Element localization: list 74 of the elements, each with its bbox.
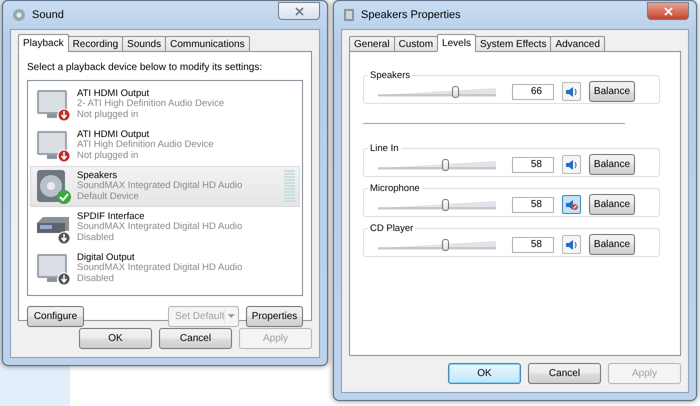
dialog-button[interactable]: Cancel [528, 363, 601, 384]
balance-button[interactable]: Balance [589, 234, 635, 255]
mute-button[interactable] [562, 155, 581, 174]
volume-field[interactable]: 58 [512, 196, 554, 212]
tab[interactable]: Levels [437, 34, 476, 52]
configure-button[interactable]: Configure [27, 306, 84, 327]
device-item[interactable]: Digital Output SoundMAX Integrated Digital HD Audio Disabled [30, 248, 300, 289]
tab[interactable]: Recording [68, 36, 124, 52]
volume-slider[interactable] [378, 238, 496, 252]
device-name: Digital Output [77, 252, 136, 263]
device-name: ATI HDMI Output [77, 88, 150, 99]
tab[interactable]: Custom [394, 36, 438, 52]
device-item[interactable]: Speakers SoundMAX Integrated Digital HD Audio Default Device [30, 166, 300, 207]
close-icon [664, 6, 672, 16]
channel-label: Line In [369, 143, 400, 154]
device-icon [343, 8, 355, 22]
volume-slider[interactable] [378, 158, 496, 172]
dialog-button[interactable]: Cancel [159, 328, 232, 349]
speaker-icon [35, 168, 71, 205]
device-name: Speakers [77, 170, 118, 181]
channel-label: Microphone [369, 183, 421, 194]
balance-button[interactable]: Balance [589, 81, 635, 102]
balance-button[interactable]: Balance [589, 194, 635, 215]
speaker-icon [12, 8, 26, 22]
slider-thumb[interactable] [442, 158, 450, 170]
tab[interactable]: Sounds [122, 36, 166, 52]
volume-field[interactable]: 58 [512, 236, 554, 252]
tab[interactable]: Advanced [550, 36, 605, 52]
instruction-text: Select a playback device below to modify its settings: [27, 62, 264, 73]
volume-field[interactable]: 58 [512, 156, 554, 172]
device-description: SoundMAX Integrated Digital HD Audio [77, 222, 244, 233]
device-state: Not plugged in [77, 150, 140, 162]
close-icon [294, 6, 304, 16]
close-button[interactable] [647, 2, 689, 20]
device-state: Default Device [77, 192, 140, 202]
volume-slider[interactable] [378, 198, 496, 212]
device-description: SoundMAX Integrated Digital HD Audio [77, 263, 244, 274]
dialog-button[interactable]: OK [79, 328, 152, 349]
mute-button[interactable] [562, 82, 581, 101]
device-item[interactable]: SPDIF Interface SoundMAX Integrated Digital HD Audio Disabled [30, 207, 300, 248]
device-description: 2- ATI High Definition Audio Device [77, 99, 226, 110]
device-description: ATI High Definition Audio Device [77, 140, 215, 151]
device-state: Disabled [77, 274, 115, 284]
tab[interactable]: Communications [165, 36, 250, 52]
slider-thumb[interactable] [452, 86, 459, 98]
properties-button[interactable]: Properties [246, 306, 303, 327]
speaker-icon [565, 158, 578, 170]
channel-label: CD Player [369, 223, 414, 234]
close-button[interactable] [278, 2, 320, 20]
mute-button[interactable] [562, 195, 581, 214]
device-name: ATI HDMI Output [77, 130, 150, 140]
tab[interactable]: General [349, 36, 395, 52]
dialog-button[interactable]: OK [448, 363, 521, 384]
volume-field[interactable]: 66 [512, 84, 554, 100]
device-state: Disabled [77, 232, 115, 244]
device-description: SoundMAX Integrated Digital HD Audio [77, 181, 244, 192]
balance-button[interactable]: Balance [589, 154, 635, 175]
speaker-icon [565, 238, 578, 250]
device-item[interactable]: ATI HDMI Output ATI High Definition Audio Device Not plugged in [30, 125, 300, 166]
device-name: SPDIF Interface [77, 212, 146, 222]
level-meter-icon [284, 170, 295, 203]
muted-speaker-icon [565, 198, 578, 210]
device-item[interactable]: ATI HDMI Output 2- ATI High Definition Audio Device Not plugged in [30, 84, 300, 125]
channel-label: Speakers [369, 70, 412, 81]
tab[interactable]: System Effects [474, 36, 552, 52]
slider-thumb[interactable] [442, 198, 450, 210]
window-title: Sound [32, 9, 65, 21]
mute-button[interactable] [562, 235, 581, 254]
device-state: Not plugged in [77, 110, 140, 120]
tab[interactable]: Playback [18, 34, 69, 52]
window-title: Speakers Properties [361, 9, 462, 21]
speaker-icon [565, 86, 578, 98]
volume-slider[interactable] [378, 84, 496, 98]
slider-thumb[interactable] [442, 238, 450, 250]
